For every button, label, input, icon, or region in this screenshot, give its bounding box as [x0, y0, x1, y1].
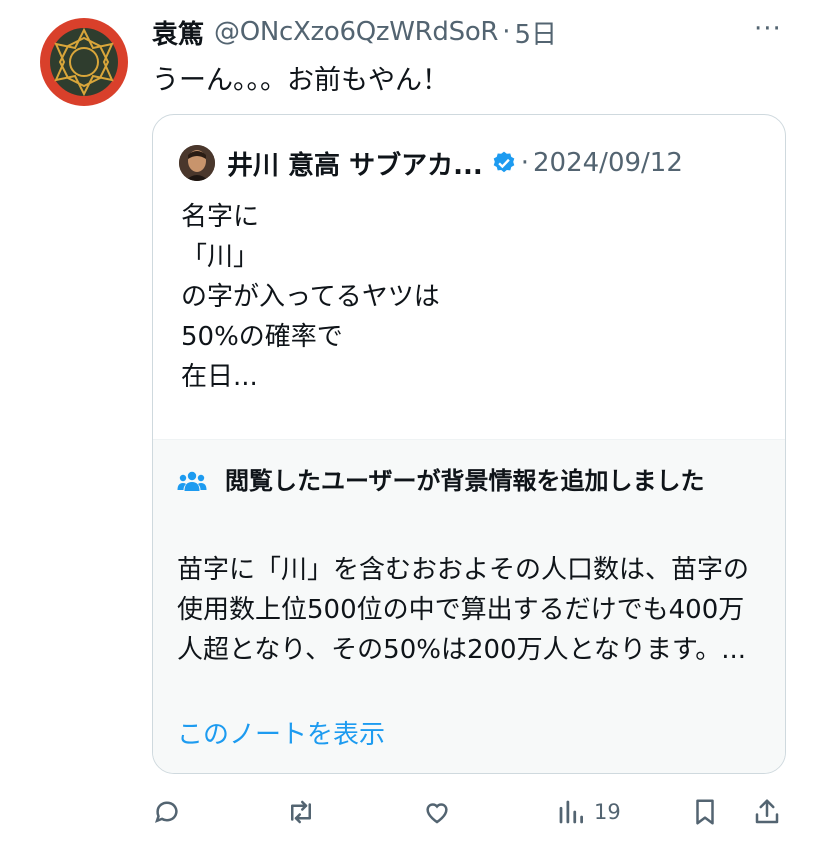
user-avatar[interactable]	[40, 18, 128, 106]
separator-dot: ·	[502, 17, 511, 47]
retweet-icon	[291, 800, 311, 824]
more-options-icon[interactable]: ···	[754, 14, 782, 44]
views-count: 19	[594, 800, 621, 824]
action-bar: 19	[0, 792, 828, 832]
reply-button[interactable]	[152, 792, 182, 832]
share-icon	[755, 799, 779, 824]
reply-icon	[154, 801, 178, 823]
like-icon	[426, 803, 448, 824]
community-note-body: 苗字に「川」を含むおおよその人口数は、苗字の使用数上位500位の中で算出するだけ…	[177, 555, 750, 665]
verified-badge-icon	[493, 151, 515, 173]
post-text: うーん。。。お前もやん！	[152, 65, 449, 96]
quoted-text-line: 50%の確率で	[181, 322, 343, 352]
bookmark-button[interactable]	[690, 792, 720, 832]
quoted-post-text: 名字に 「川」 の字が入ってるヤツは 50%の確率で 在日...	[181, 197, 440, 397]
quoted-text-line: 在日...	[181, 362, 258, 392]
post-header: 袁篤 @ONcXzo6QzWRdSoR · 5日	[152, 12, 557, 52]
community-note: 閲覧したユーザーが背景情報を追加しました 苗字に「川」を含むおおよその人口数は、…	[153, 439, 785, 773]
quoted-post-timestamp[interactable]: 2024/09/12	[533, 148, 683, 178]
user-handle[interactable]: @ONcXzo6QzWRdSoR	[214, 17, 498, 47]
quoted-post-header: 井川 意高 サブアカ... · 2024/09/12	[179, 143, 683, 183]
quoted-post[interactable]: 井川 意高 サブアカ... · 2024/09/12 名字に 「川」 の字が入っ…	[152, 114, 786, 774]
quoted-user-avatar[interactable]	[179, 145, 215, 181]
share-button[interactable]	[752, 792, 782, 832]
community-note-title: 閲覧したユーザーが背景情報を追加しました	[225, 467, 705, 495]
views-icon	[559, 800, 583, 824]
display-name[interactable]: 袁篤	[152, 14, 204, 51]
bookmark-icon	[696, 799, 714, 825]
show-note-link[interactable]: このノートを表示	[177, 714, 385, 751]
views-button[interactable]: 19	[556, 792, 621, 832]
separator-dot: ·	[520, 148, 530, 178]
retweet-button[interactable]	[286, 792, 316, 832]
quoted-text-line: 名字に	[181, 202, 260, 232]
like-button[interactable]	[422, 792, 452, 832]
people-icon	[177, 471, 207, 491]
quoted-text-line: の字が入ってるヤツは	[181, 282, 440, 312]
post-timestamp[interactable]: 5日	[514, 14, 557, 51]
quoted-display-name[interactable]: 井川 意高 サブアカ...	[227, 145, 483, 182]
quoted-text-line: 「川」	[181, 242, 260, 272]
